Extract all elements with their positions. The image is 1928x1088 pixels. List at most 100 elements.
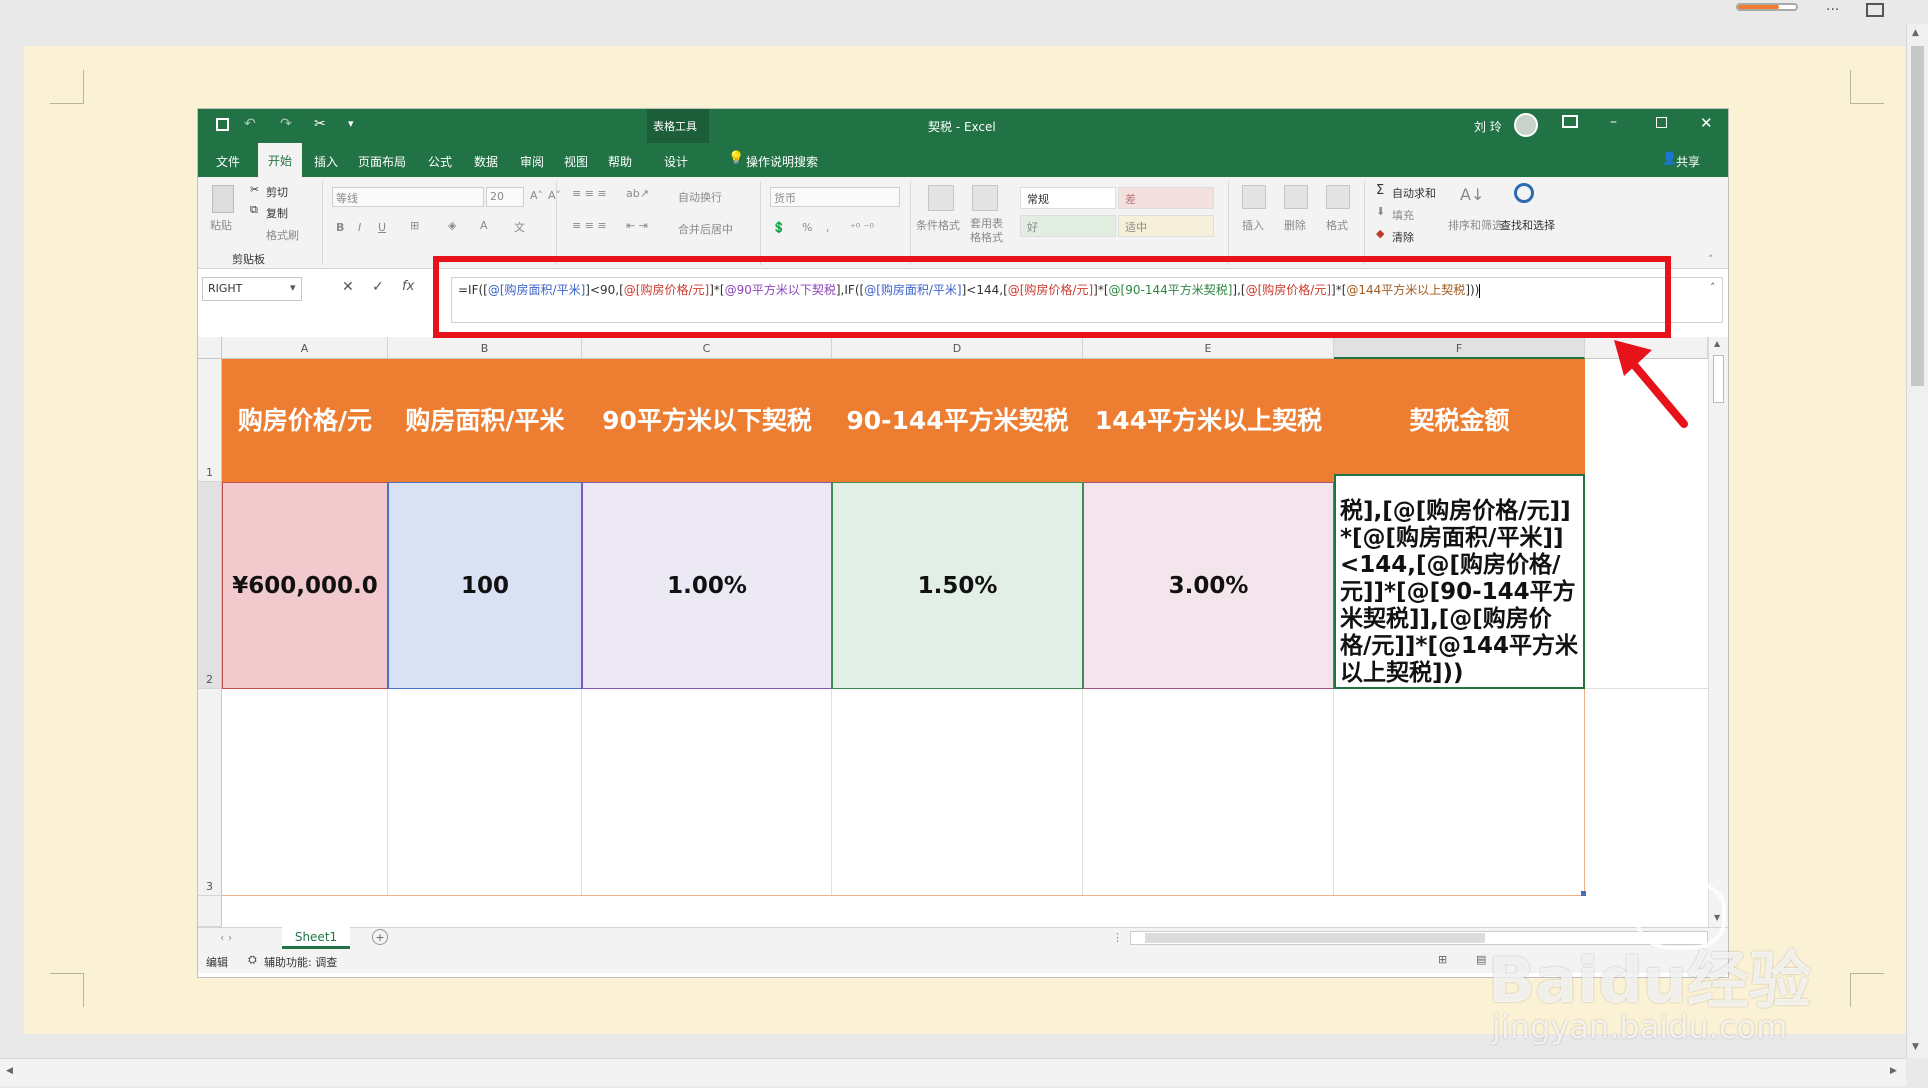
tab-home[interactable]: 开始 — [258, 143, 302, 177]
save-icon[interactable] — [216, 118, 229, 131]
align-left-icon[interactable]: ≡ ≡ ≡ — [572, 219, 607, 232]
delete-cells-icon[interactable] — [1284, 185, 1308, 209]
avatar[interactable] — [1514, 113, 1538, 137]
autosum-button[interactable]: 自动求和 — [1392, 185, 1436, 201]
grid-scroll-thumb[interactable] — [1713, 355, 1724, 403]
tab-file[interactable]: 文件 — [216, 153, 240, 170]
fill-color-icon[interactable]: ◈ — [448, 219, 456, 232]
minimize-icon[interactable]: – — [1610, 114, 1617, 130]
insert-cells-button[interactable]: 插入 — [1242, 217, 1264, 233]
header-cell-price[interactable]: 购房价格/元 — [222, 359, 388, 482]
font-color-icon[interactable]: A — [480, 219, 488, 232]
redo-icon[interactable]: ↷ — [280, 116, 292, 132]
tab-view[interactable]: 视图 — [564, 153, 588, 170]
cut-quick-icon[interactable]: ✂ — [314, 116, 326, 132]
cell-e3[interactable] — [1083, 689, 1334, 896]
share-button[interactable]: 共享 — [1676, 153, 1700, 170]
style-normal[interactable]: 常规 — [1020, 187, 1116, 209]
viewer-vertical-scrollbar[interactable]: ▲ ▼ — [1906, 24, 1928, 1058]
user-name[interactable]: 刘 玲 — [1474, 118, 1502, 135]
accessibility-status[interactable]: 辅助功能: 调查 — [264, 954, 337, 970]
delete-cells-button[interactable]: 删除 — [1284, 217, 1306, 233]
table-format-icon[interactable] — [972, 185, 998, 211]
name-box-dropdown-icon[interactable]: ▾ — [290, 281, 296, 294]
add-sheet-icon[interactable]: + — [372, 929, 388, 945]
paste-icon[interactable] — [212, 185, 234, 213]
viewer-scroll-thumb[interactable] — [1911, 46, 1924, 386]
column-header-d[interactable]: D — [832, 337, 1083, 359]
bold-button[interactable]: B — [336, 221, 344, 234]
cell-a2[interactable]: ¥600,000.0 — [222, 482, 388, 689]
tab-review[interactable]: 审阅 — [520, 153, 544, 170]
row-header-2[interactable]: 2 — [198, 482, 222, 689]
phonetic-icon[interactable]: 文 — [514, 219, 525, 235]
tab-help[interactable]: 帮助 — [608, 153, 632, 170]
page-layout-view-icon[interactable]: ▤ — [1476, 953, 1486, 966]
scroll-right-icon[interactable]: ▶ — [1890, 1066, 1897, 1076]
cell-e2[interactable]: 3.00% — [1083, 482, 1334, 689]
indent-icon[interactable]: ⇤ ⇥ — [626, 219, 648, 232]
cell-c3[interactable] — [582, 689, 832, 896]
font-grow-icon[interactable]: A˄ — [530, 189, 543, 202]
tell-me-search[interactable]: 操作说明搜索 — [746, 153, 818, 170]
expand-formula-icon[interactable]: ˄ — [1710, 281, 1716, 294]
cell-f3[interactable] — [1334, 689, 1585, 896]
copy-button[interactable]: 复制 — [266, 205, 288, 221]
font-size-select[interactable]: 20 — [486, 187, 524, 207]
window-toggle-icon[interactable] — [1866, 3, 1884, 17]
format-cells-icon[interactable] — [1326, 185, 1350, 209]
currency-icon[interactable]: 💲 — [772, 221, 786, 234]
cell-g2[interactable] — [1585, 482, 1708, 689]
column-header-f[interactable]: F — [1334, 337, 1585, 359]
header-cell-tax-amount[interactable]: 契税金额 — [1334, 359, 1585, 482]
row-header-1[interactable]: 1 — [198, 359, 222, 482]
tab-formulas[interactable]: 公式 — [428, 153, 452, 170]
column-header-b[interactable]: B — [388, 337, 582, 359]
header-cell-tax-under-90[interactable]: 90平方米以下契税 — [582, 359, 832, 482]
cell-d2[interactable]: 1.50% — [832, 482, 1083, 689]
table-resize-handle[interactable] — [1581, 891, 1586, 896]
find-select-button[interactable]: 查找和选择 — [1500, 217, 1555, 233]
ribbon-display-icon[interactable] — [1562, 115, 1578, 128]
column-header-e[interactable]: E — [1083, 337, 1334, 359]
font-name-select[interactable]: 等线 — [332, 187, 484, 207]
customize-qat-icon[interactable]: ▾ — [348, 117, 354, 130]
insert-function-button[interactable]: fx — [402, 279, 414, 294]
conditional-format-button[interactable]: 条件格式 — [916, 217, 960, 233]
more-icon[interactable]: ··· — [1826, 2, 1839, 18]
cell-a3[interactable] — [222, 689, 388, 896]
name-box[interactable]: RIGHT — [202, 277, 302, 301]
insert-cells-icon[interactable] — [1242, 185, 1266, 209]
close-icon[interactable]: ✕ — [1700, 114, 1713, 132]
column-header-c[interactable]: C — [582, 337, 832, 359]
comma-button[interactable]: , — [826, 221, 830, 234]
row-header-3[interactable]: 3 — [198, 689, 222, 896]
align-top-icon[interactable]: ≡ ≡ ≡ — [572, 187, 607, 200]
cell-b3[interactable] — [388, 689, 582, 896]
viewer-horizontal-scrollbar[interactable]: ◀ ▶ — [0, 1058, 1906, 1086]
header-cell-area[interactable]: 购房面积/平米 — [388, 359, 582, 482]
cancel-icon[interactable]: ✕ — [342, 279, 354, 295]
cut-button[interactable]: 剪切 — [266, 184, 288, 200]
enter-icon[interactable]: ✓ — [372, 279, 384, 295]
scroll-left-icon[interactable]: ◀ — [6, 1066, 13, 1076]
wrap-text-button[interactable]: 自动换行 — [678, 189, 722, 205]
tab-insert[interactable]: 插入 — [314, 153, 338, 170]
scroll-down-icon[interactable]: ▼ — [1912, 1042, 1919, 1052]
normal-view-icon[interactable]: ⊞ — [1438, 953, 1447, 966]
sheet-nav-icon[interactable]: ‹ › — [220, 931, 232, 944]
fill-button[interactable]: 填充 — [1392, 207, 1414, 223]
collapse-ribbon-icon[interactable]: ˄ — [1708, 253, 1714, 266]
decimal-icon[interactable]: ⁺⁰ ⁻⁰ — [850, 221, 874, 234]
scroll-up-icon[interactable]: ▲ — [1912, 28, 1919, 38]
sort-filter-button[interactable]: 排序和筛选 — [1448, 217, 1503, 233]
style-neutral[interactable]: 适中 — [1118, 215, 1214, 237]
grid-vertical-scrollbar[interactable]: ▲ ▼ — [1708, 337, 1728, 927]
restore-icon[interactable] — [1656, 117, 1667, 128]
paste-button[interactable]: 粘贴 — [210, 217, 232, 233]
font-shrink-icon[interactable]: A˅ — [548, 189, 561, 202]
style-bad[interactable]: 差 — [1118, 187, 1214, 209]
table-format-button[interactable]: 套用表格格式 — [970, 217, 1006, 245]
grid-hscroll-thumb[interactable] — [1145, 933, 1485, 943]
column-header-a[interactable]: A — [222, 337, 388, 359]
